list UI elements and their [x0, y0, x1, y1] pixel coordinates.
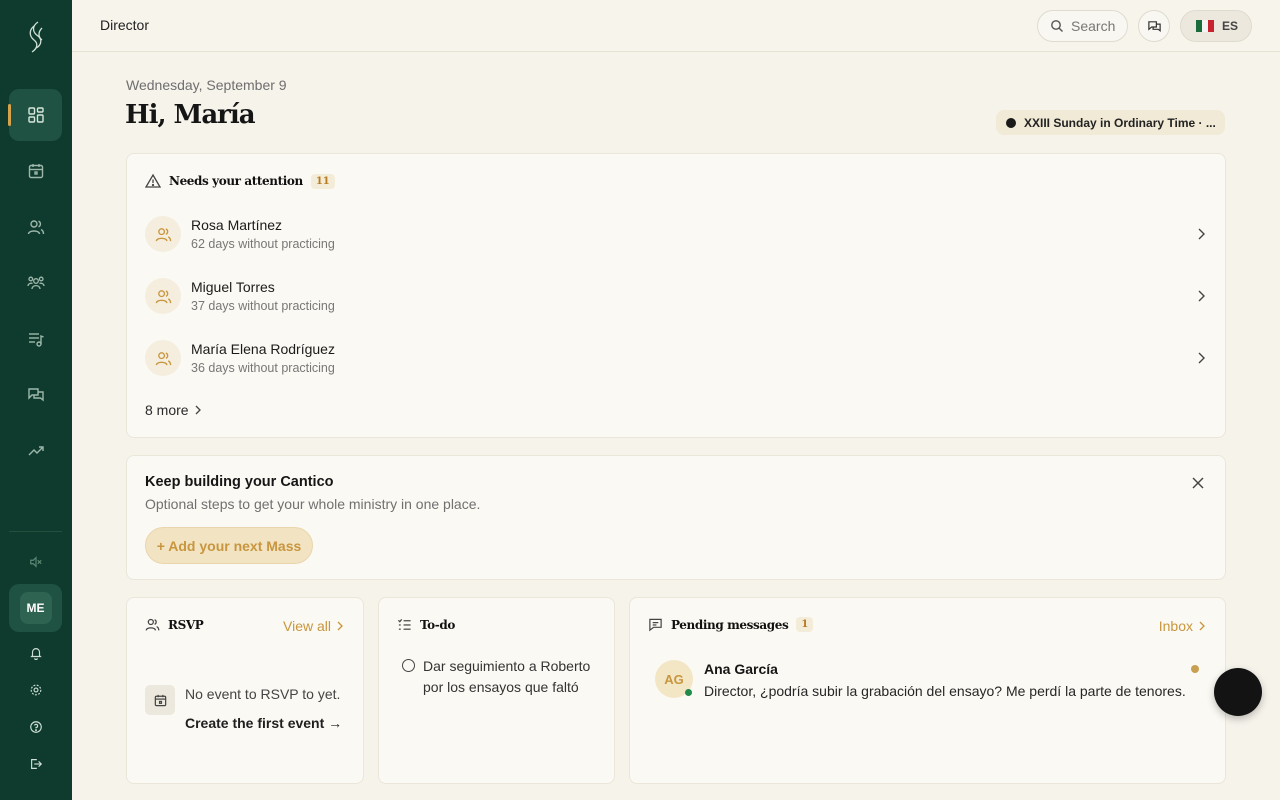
keep-building-subtitle: Optional steps to get your whole ministr… [145, 496, 481, 512]
bell-icon[interactable] [24, 641, 48, 665]
chevron-right-icon [337, 621, 343, 631]
music-list-icon [28, 333, 44, 347]
chevron-right-icon [195, 405, 201, 415]
member-icon [145, 216, 181, 252]
sidebar: ME [0, 0, 72, 800]
close-icon[interactable] [1191, 476, 1205, 490]
member-icon [145, 340, 181, 376]
member-detail: 62 days without practicing [191, 237, 335, 251]
calendar-icon [145, 685, 175, 715]
messages-card: Pending messages 1 Inbox AG Ana García D… [629, 597, 1226, 784]
sidebar-item-analytics[interactable] [9, 425, 62, 477]
todo-item[interactable]: Dar seguimiento a Roberto por los ensayo… [402, 656, 602, 698]
message-icon [649, 618, 662, 632]
todo-checkbox[interactable] [402, 659, 415, 672]
todo-card: To-do Dar seguimiento a Roberto por los … [378, 597, 615, 784]
sidebar-item-messages[interactable] [9, 369, 62, 421]
keep-building-title: Keep building your Cantico [145, 474, 334, 490]
sender-name: Ana García [704, 661, 778, 677]
create-event-link[interactable]: Create the first event → [185, 715, 342, 731]
attention-item[interactable]: María Elena Rodríguez 36 days without pr… [145, 330, 1207, 386]
unread-dot [1191, 665, 1199, 673]
language-code: ES [1222, 19, 1239, 33]
todo-text: Dar seguimiento a Roberto por los ensayo… [423, 658, 591, 695]
sidebar-item-groups[interactable] [9, 257, 62, 309]
chat-button[interactable] [1138, 10, 1170, 42]
warning-icon [145, 173, 161, 188]
keep-building-card: Keep building your Cantico Optional step… [126, 455, 1226, 580]
mexico-flag-icon [1196, 20, 1214, 32]
trending-icon [28, 446, 44, 456]
rsvp-empty-text: No event to RSVP to yet. [185, 686, 341, 702]
groups-icon [26, 276, 45, 290]
language-selector[interactable]: ES [1180, 10, 1252, 42]
checklist-icon [397, 618, 411, 630]
dashboard-icon [27, 107, 44, 123]
search-icon [1051, 20, 1063, 32]
rsvp-header: RSVP [145, 617, 204, 632]
more-link[interactable]: 8 more [145, 402, 202, 418]
member-detail: 36 days without practicing [191, 361, 335, 375]
add-mass-button[interactable]: + Add your next Mass [145, 527, 313, 564]
greeting-heading: Hi, María [125, 100, 256, 130]
liturgical-day-label: XXIII Sunday in Ordinary Time · ... [1024, 115, 1216, 130]
sidebar-item-calendar[interactable] [9, 145, 62, 197]
member-name: Miguel Torres [191, 279, 275, 295]
attention-header: Needs your attention 11 [145, 173, 335, 189]
view-all-label: View all [283, 618, 331, 634]
messages-title: Pending messages [671, 617, 789, 632]
sound-off-icon[interactable] [24, 550, 48, 574]
avatar: ME [19, 592, 52, 624]
attention-item[interactable]: Miguel Torres 37 days without practicing [145, 268, 1207, 324]
chevron-right-icon [1199, 621, 1205, 631]
liturgical-day-badge[interactable]: XXIII Sunday in Ordinary Time · ... [996, 110, 1225, 135]
member-name: María Elena Rodríguez [191, 341, 335, 357]
member-detail: 37 days without practicing [191, 299, 335, 313]
todo-title: To-do [420, 617, 455, 632]
view-all-link[interactable]: View all [283, 618, 343, 634]
rsvp-title: RSVP [168, 617, 204, 632]
members-icon [145, 618, 160, 631]
chat-icon [1147, 20, 1161, 32]
todo-header: To-do [397, 617, 455, 632]
user-avatar-button[interactable]: ME [9, 584, 62, 632]
inbox-label: Inbox [1158, 618, 1193, 634]
attention-title: Needs your attention [169, 174, 303, 188]
sidebar-item-music[interactable] [9, 313, 62, 365]
messages-header: Pending messages 1 [648, 617, 814, 632]
sidebar-item-dashboard[interactable] [8, 89, 62, 141]
messages-count-badge: 1 [796, 617, 814, 632]
chevron-right-icon [1198, 228, 1205, 240]
chevron-right-icon [1198, 290, 1205, 302]
members-icon [27, 220, 44, 235]
app-logo-icon[interactable] [22, 20, 50, 56]
message-preview: Director, ¿podría subir la grabación del… [704, 683, 1186, 699]
rsvp-card: RSVP View all No event to RSVP to yet. C… [126, 597, 364, 784]
inbox-link[interactable]: Inbox [1159, 618, 1205, 634]
liturgical-color-dot [1006, 117, 1016, 128]
member-name: Rosa Martínez [191, 217, 283, 233]
search-label: Search [1071, 18, 1116, 34]
chevron-right-icon [1198, 352, 1205, 364]
help-icon[interactable] [24, 715, 48, 739]
more-label: 8 more [145, 402, 189, 418]
logout-icon[interactable] [24, 752, 48, 776]
messages-icon [27, 388, 44, 402]
current-date: Wednesday, September 9 [126, 77, 287, 93]
gear-icon[interactable] [24, 678, 48, 702]
floating-action-button[interactable] [1214, 668, 1262, 716]
search-button[interactable]: Search [1037, 10, 1128, 42]
page-title: Director [100, 17, 150, 33]
calendar-icon [28, 164, 43, 179]
attention-item[interactable]: Rosa Martínez 62 days without practicing [145, 206, 1207, 262]
attention-card: Needs your attention 11 Rosa Martínez 62… [126, 153, 1226, 438]
member-icon [145, 278, 181, 314]
top-bar: Director Search ES [72, 0, 1280, 52]
sidebar-divider [9, 531, 62, 532]
online-status-dot [685, 689, 692, 696]
sidebar-item-members[interactable] [9, 201, 62, 253]
attention-count-badge: 11 [310, 173, 335, 189]
